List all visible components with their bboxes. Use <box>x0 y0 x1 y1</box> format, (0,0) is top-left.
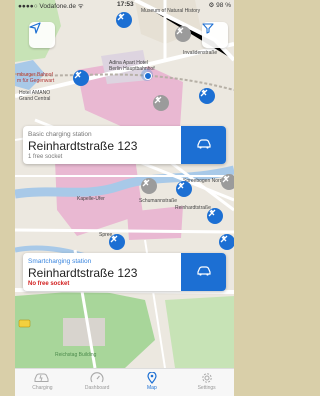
map-view[interactable]: Museum of Natural History Invalidenstraß… <box>15 0 234 368</box>
speedometer-icon <box>70 372 125 384</box>
charging-marker-unavailable[interactable] <box>141 178 157 194</box>
clock: 17:53 <box>117 1 134 8</box>
map-pin-icon <box>125 372 180 384</box>
tab-dashboard[interactable]: Dashboard <box>70 369 125 396</box>
tab-bar: Charging Dashboard Map Settings <box>15 368 234 396</box>
charging-marker[interactable] <box>199 88 215 104</box>
charging-marker[interactable] <box>116 12 132 28</box>
station-type-label: Smartcharging station <box>28 258 92 265</box>
station-address: Reinhardtstraße 123 <box>28 139 138 153</box>
tab-map[interactable]: Map <box>125 369 180 396</box>
map-label-invalidenstrasse: Invalidenstraße <box>183 50 218 56</box>
battery-label: ⚙ 98 % <box>208 2 231 9</box>
station-card-basic[interactable]: Basic charging station Reinhardtstraße 1… <box>23 126 226 164</box>
socket-availability: 1 free socket <box>28 154 63 160</box>
tab-label: Map <box>147 385 157 391</box>
map-label-reichstag: Reichstag Building <box>55 352 97 358</box>
current-location-dot <box>144 72 152 80</box>
map-label-schumannstrasse: Schumannstraße <box>139 198 178 204</box>
charging-marker-unavailable[interactable] <box>175 26 191 42</box>
car-icon <box>196 263 212 281</box>
phone-screen: Museum of Natural History Invalidenstraß… <box>15 0 234 396</box>
carrier-label: ●●●●○ Vodafone.de ᯤ <box>18 3 84 10</box>
charging-marker-unavailable[interactable] <box>153 95 169 111</box>
car-charging-icon <box>15 372 70 384</box>
charging-marker[interactable] <box>109 234 125 250</box>
filter-button[interactable] <box>202 22 228 48</box>
charging-marker[interactable] <box>176 181 192 197</box>
locate-me-button[interactable] <box>29 22 55 48</box>
navigate-button[interactable] <box>181 126 226 164</box>
station-type-label: Basic charging station <box>28 131 92 138</box>
map-label-reinhardtstrasse: Reinhardtstraße <box>175 205 211 211</box>
status-bar: ●●●●○ Vodafone.de ᯤ 17:53 ⚙ 98 % <box>15 0 234 10</box>
charging-marker[interactable] <box>207 208 223 224</box>
tab-label: Charging <box>32 385 53 391</box>
tab-label: Settings <box>197 385 216 391</box>
navigate-button[interactable] <box>181 253 226 291</box>
charging-marker-unavailable[interactable] <box>221 174 234 190</box>
station-card-smart[interactable]: Smartcharging station Reinhardtstraße 12… <box>23 253 226 291</box>
car-icon <box>196 136 212 154</box>
tab-settings[interactable]: Settings <box>179 369 234 396</box>
map-label-grand-central: Grand Central <box>19 96 51 102</box>
socket-availability: No free socket <box>28 281 70 287</box>
tab-label: Dashboard <box>84 385 110 391</box>
map-label-museum-gegenwart: m für Gegenwart <box>17 78 55 84</box>
charging-marker[interactable] <box>73 70 89 86</box>
charging-marker[interactable] <box>219 234 234 250</box>
gear-icon <box>179 372 234 384</box>
tab-charging[interactable]: Charging <box>15 369 70 396</box>
station-address: Reinhardtstraße 123 <box>28 266 138 280</box>
map-label-kapelle-ufer: Kapelle-Ufer <box>77 196 105 202</box>
